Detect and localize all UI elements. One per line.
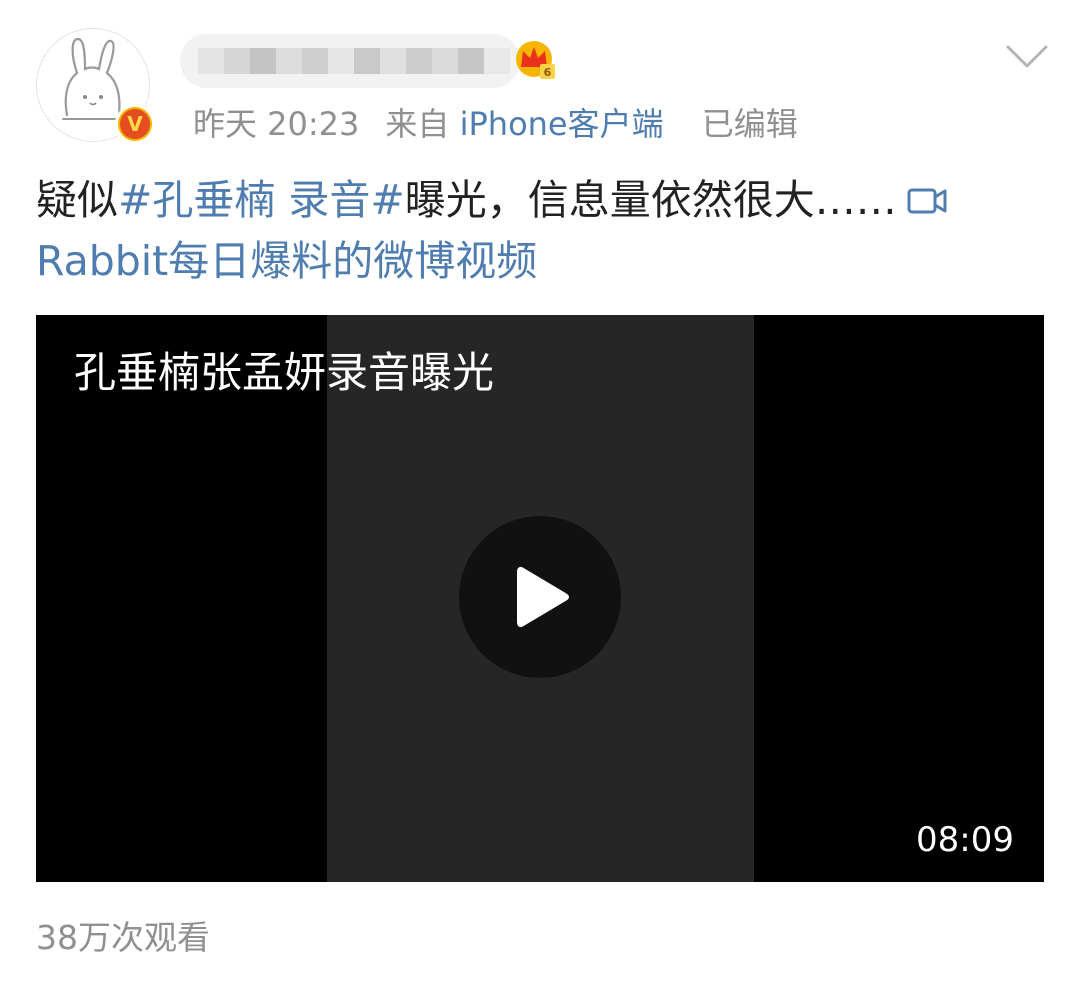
source-prefix: 来自 — [385, 105, 450, 143]
post-meta: 昨天 20:23 来自 iPhone客户端 已编辑 — [193, 104, 798, 144]
video-camera-icon — [907, 188, 947, 214]
hashtag-link[interactable]: #孔垂楠 录音# — [118, 176, 405, 224]
play-icon — [517, 566, 569, 628]
video-player[interactable]: 孔垂楠张孟妍录音曝光 08:09 — [36, 315, 1044, 882]
svg-text:6: 6 — [544, 66, 552, 79]
video-duration: 08:09 — [916, 820, 1014, 860]
play-button[interactable] — [459, 516, 621, 678]
text-prefix: 疑似 — [36, 176, 118, 224]
edited-label[interactable]: 已编辑 — [702, 105, 798, 143]
video-title: 孔垂楠张孟妍录音曝光 — [74, 348, 495, 397]
view-count: 38万次观看 — [36, 918, 210, 957]
verified-v-icon: V — [115, 104, 155, 144]
source-link[interactable]: iPhone客户端 — [460, 105, 664, 143]
video-link[interactable]: Rabbit每日爆料的微博视频 — [36, 237, 537, 285]
post-time: 昨天 20:23 — [193, 105, 360, 143]
text-suffix: 曝光，信息量依然很大…… — [404, 176, 897, 224]
post-text: 疑似#孔垂楠 录音#曝光，信息量依然很大…… Rabbit每日爆料的微博视频 — [36, 170, 1036, 292]
vip-crown-icon[interactable]: 6 — [512, 37, 556, 81]
username-blurred[interactable] — [180, 34, 520, 88]
chevron-down-icon[interactable] — [1005, 42, 1049, 72]
